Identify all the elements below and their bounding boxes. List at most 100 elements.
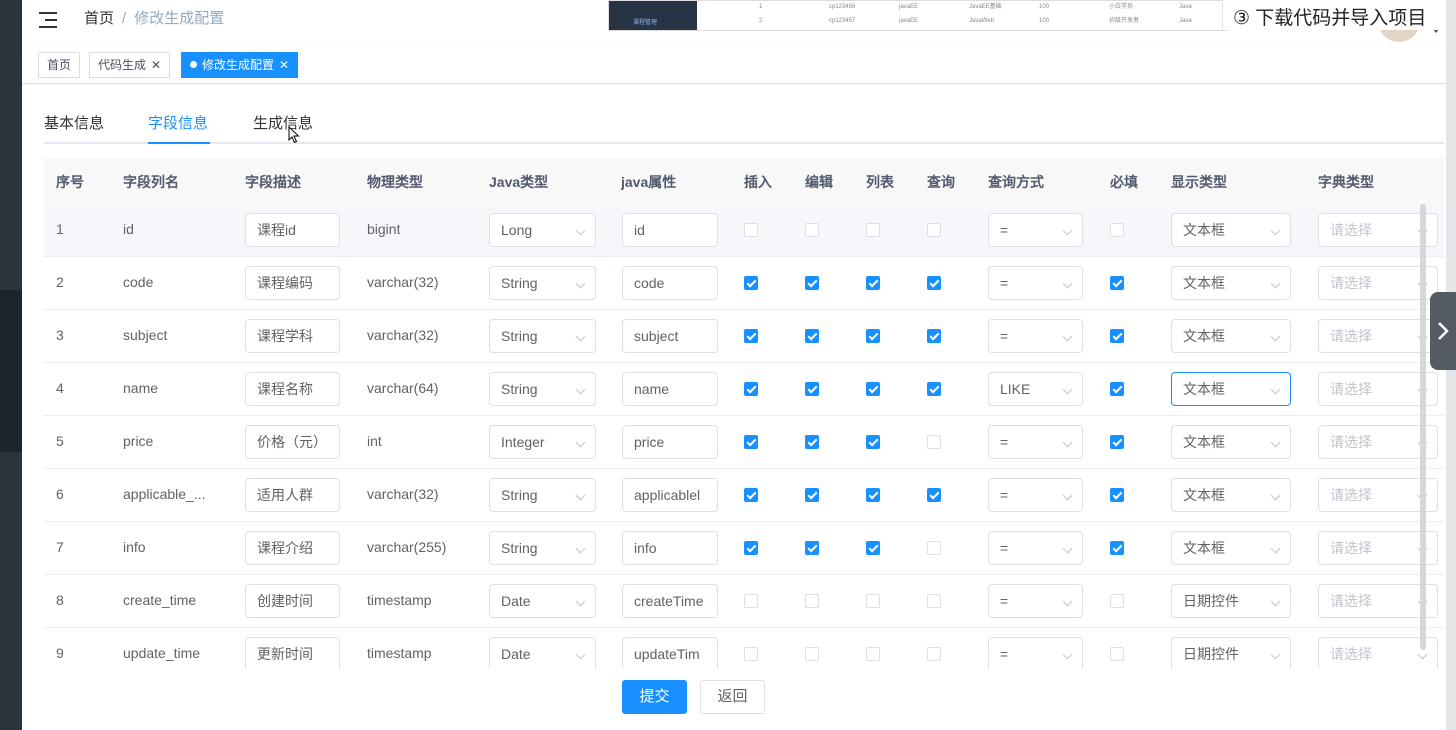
query-type-select[interactable]: = xyxy=(988,584,1083,618)
query-type-select[interactable]: = xyxy=(988,531,1083,565)
field-desc-input[interactable]: 课程id xyxy=(245,213,340,247)
insert-checkbox[interactable] xyxy=(744,541,758,555)
query-checkbox[interactable] xyxy=(927,382,941,396)
insert-checkbox[interactable] xyxy=(744,647,758,661)
insert-checkbox[interactable] xyxy=(744,329,758,343)
java-property-input[interactable]: price xyxy=(622,425,718,459)
side-expand-button[interactable] xyxy=(1430,292,1456,370)
java-property-input[interactable]: updateTim xyxy=(622,637,718,668)
display-type-select[interactable]: 文本框 xyxy=(1171,531,1291,565)
query-type-select[interactable]: = xyxy=(988,425,1083,459)
tab-field-info[interactable]: 字段信息 xyxy=(148,114,208,134)
query-checkbox[interactable] xyxy=(927,594,941,608)
tag-home[interactable]: 首页 xyxy=(38,52,81,78)
edit-checkbox[interactable] xyxy=(805,223,819,237)
field-desc-input[interactable]: 创建时间 xyxy=(245,584,340,618)
java-type-select[interactable]: String xyxy=(489,266,596,300)
field-desc-input[interactable]: 课程介绍 xyxy=(245,531,340,565)
query-checkbox[interactable] xyxy=(927,329,941,343)
insert-checkbox[interactable] xyxy=(744,276,758,290)
edit-checkbox[interactable] xyxy=(805,541,819,555)
field-desc-input[interactable]: 更新时间 xyxy=(245,637,340,668)
required-checkbox[interactable] xyxy=(1110,647,1124,661)
display-type-select[interactable]: 文本框 xyxy=(1171,425,1291,459)
query-type-select[interactable]: = xyxy=(988,478,1083,512)
field-desc-input[interactable]: 价格（元） xyxy=(245,425,340,459)
list-checkbox[interactable] xyxy=(866,594,880,608)
required-checkbox[interactable] xyxy=(1110,541,1124,555)
java-type-select[interactable]: Long xyxy=(489,213,596,247)
java-type-select[interactable]: String xyxy=(489,531,596,565)
edit-checkbox[interactable] xyxy=(805,435,819,449)
required-checkbox[interactable] xyxy=(1110,488,1124,502)
edit-checkbox[interactable] xyxy=(805,488,819,502)
list-checkbox[interactable] xyxy=(866,223,880,237)
field-desc-input[interactable]: 课程名称 xyxy=(245,372,340,406)
required-checkbox[interactable] xyxy=(1110,382,1124,396)
query-type-select[interactable]: = xyxy=(988,319,1083,353)
edit-checkbox[interactable] xyxy=(805,329,819,343)
display-type-select[interactable]: 文本框 xyxy=(1171,478,1291,512)
tab-basic-info[interactable]: 基本信息 xyxy=(44,114,104,134)
display-type-select[interactable]: 日期控件 xyxy=(1171,584,1291,618)
required-checkbox[interactable] xyxy=(1110,329,1124,343)
list-checkbox[interactable] xyxy=(866,488,880,502)
list-checkbox[interactable] xyxy=(866,435,880,449)
required-checkbox[interactable] xyxy=(1110,223,1124,237)
insert-checkbox[interactable] xyxy=(744,382,758,396)
query-type-select[interactable]: = xyxy=(988,266,1083,300)
java-property-input[interactable]: id xyxy=(622,213,718,247)
display-type-select[interactable]: 文本框 xyxy=(1171,372,1291,406)
field-desc-input[interactable]: 适用人群 xyxy=(245,478,340,512)
java-property-input[interactable]: createTime xyxy=(622,584,718,618)
tag-code-gen[interactable]: 代码生成 ✕ xyxy=(89,52,171,78)
required-checkbox[interactable] xyxy=(1110,435,1124,449)
field-desc-input[interactable]: 课程编码 xyxy=(245,266,340,300)
list-checkbox[interactable] xyxy=(866,329,880,343)
list-checkbox[interactable] xyxy=(866,276,880,290)
close-icon[interactable]: ✕ xyxy=(279,58,289,72)
insert-checkbox[interactable] xyxy=(744,435,758,449)
insert-checkbox[interactable] xyxy=(744,594,758,608)
java-type-select[interactable]: Date xyxy=(489,637,596,668)
required-checkbox[interactable] xyxy=(1110,276,1124,290)
display-type-select[interactable]: 文本框 xyxy=(1171,213,1291,247)
query-checkbox[interactable] xyxy=(927,435,941,449)
tag-edit-gen-config[interactable]: 修改生成配置 ✕ xyxy=(181,52,299,78)
query-type-select[interactable]: = xyxy=(988,213,1083,247)
query-type-select[interactable]: = xyxy=(988,637,1083,668)
java-type-select[interactable]: String xyxy=(489,372,596,406)
display-type-select[interactable]: 文本框 xyxy=(1171,319,1291,353)
list-checkbox[interactable] xyxy=(866,382,880,396)
display-type-select[interactable]: 文本框 xyxy=(1171,266,1291,300)
java-property-input[interactable]: info xyxy=(622,531,718,565)
java-type-select[interactable]: String xyxy=(489,478,596,512)
java-type-select[interactable]: String xyxy=(489,319,596,353)
query-checkbox[interactable] xyxy=(927,488,941,502)
display-type-select[interactable]: 日期控件 xyxy=(1171,637,1291,668)
tab-gen-info[interactable]: 生成信息 xyxy=(253,114,313,134)
required-checkbox[interactable] xyxy=(1110,594,1124,608)
edit-checkbox[interactable] xyxy=(805,647,819,661)
query-checkbox[interactable] xyxy=(927,223,941,237)
back-button[interactable]: 返回 xyxy=(700,680,765,714)
java-property-input[interactable]: code xyxy=(622,266,718,300)
edit-checkbox[interactable] xyxy=(805,382,819,396)
list-checkbox[interactable] xyxy=(866,541,880,555)
list-checkbox[interactable] xyxy=(866,647,880,661)
insert-checkbox[interactable] xyxy=(744,223,758,237)
java-type-select[interactable]: Integer xyxy=(489,425,596,459)
query-checkbox[interactable] xyxy=(927,276,941,290)
java-property-input[interactable]: applicablel xyxy=(622,478,718,512)
java-type-select[interactable]: Date xyxy=(489,584,596,618)
insert-checkbox[interactable] xyxy=(744,488,758,502)
edit-checkbox[interactable] xyxy=(805,594,819,608)
java-property-input[interactable]: subject xyxy=(622,319,718,353)
submit-button[interactable]: 提交 xyxy=(622,680,687,714)
query-type-select[interactable]: LIKE xyxy=(988,372,1083,406)
query-checkbox[interactable] xyxy=(927,647,941,661)
java-property-input[interactable]: name xyxy=(622,372,718,406)
breadcrumb-home[interactable]: 首页 xyxy=(84,10,114,27)
close-icon[interactable]: ✕ xyxy=(151,58,161,72)
edit-checkbox[interactable] xyxy=(805,276,819,290)
